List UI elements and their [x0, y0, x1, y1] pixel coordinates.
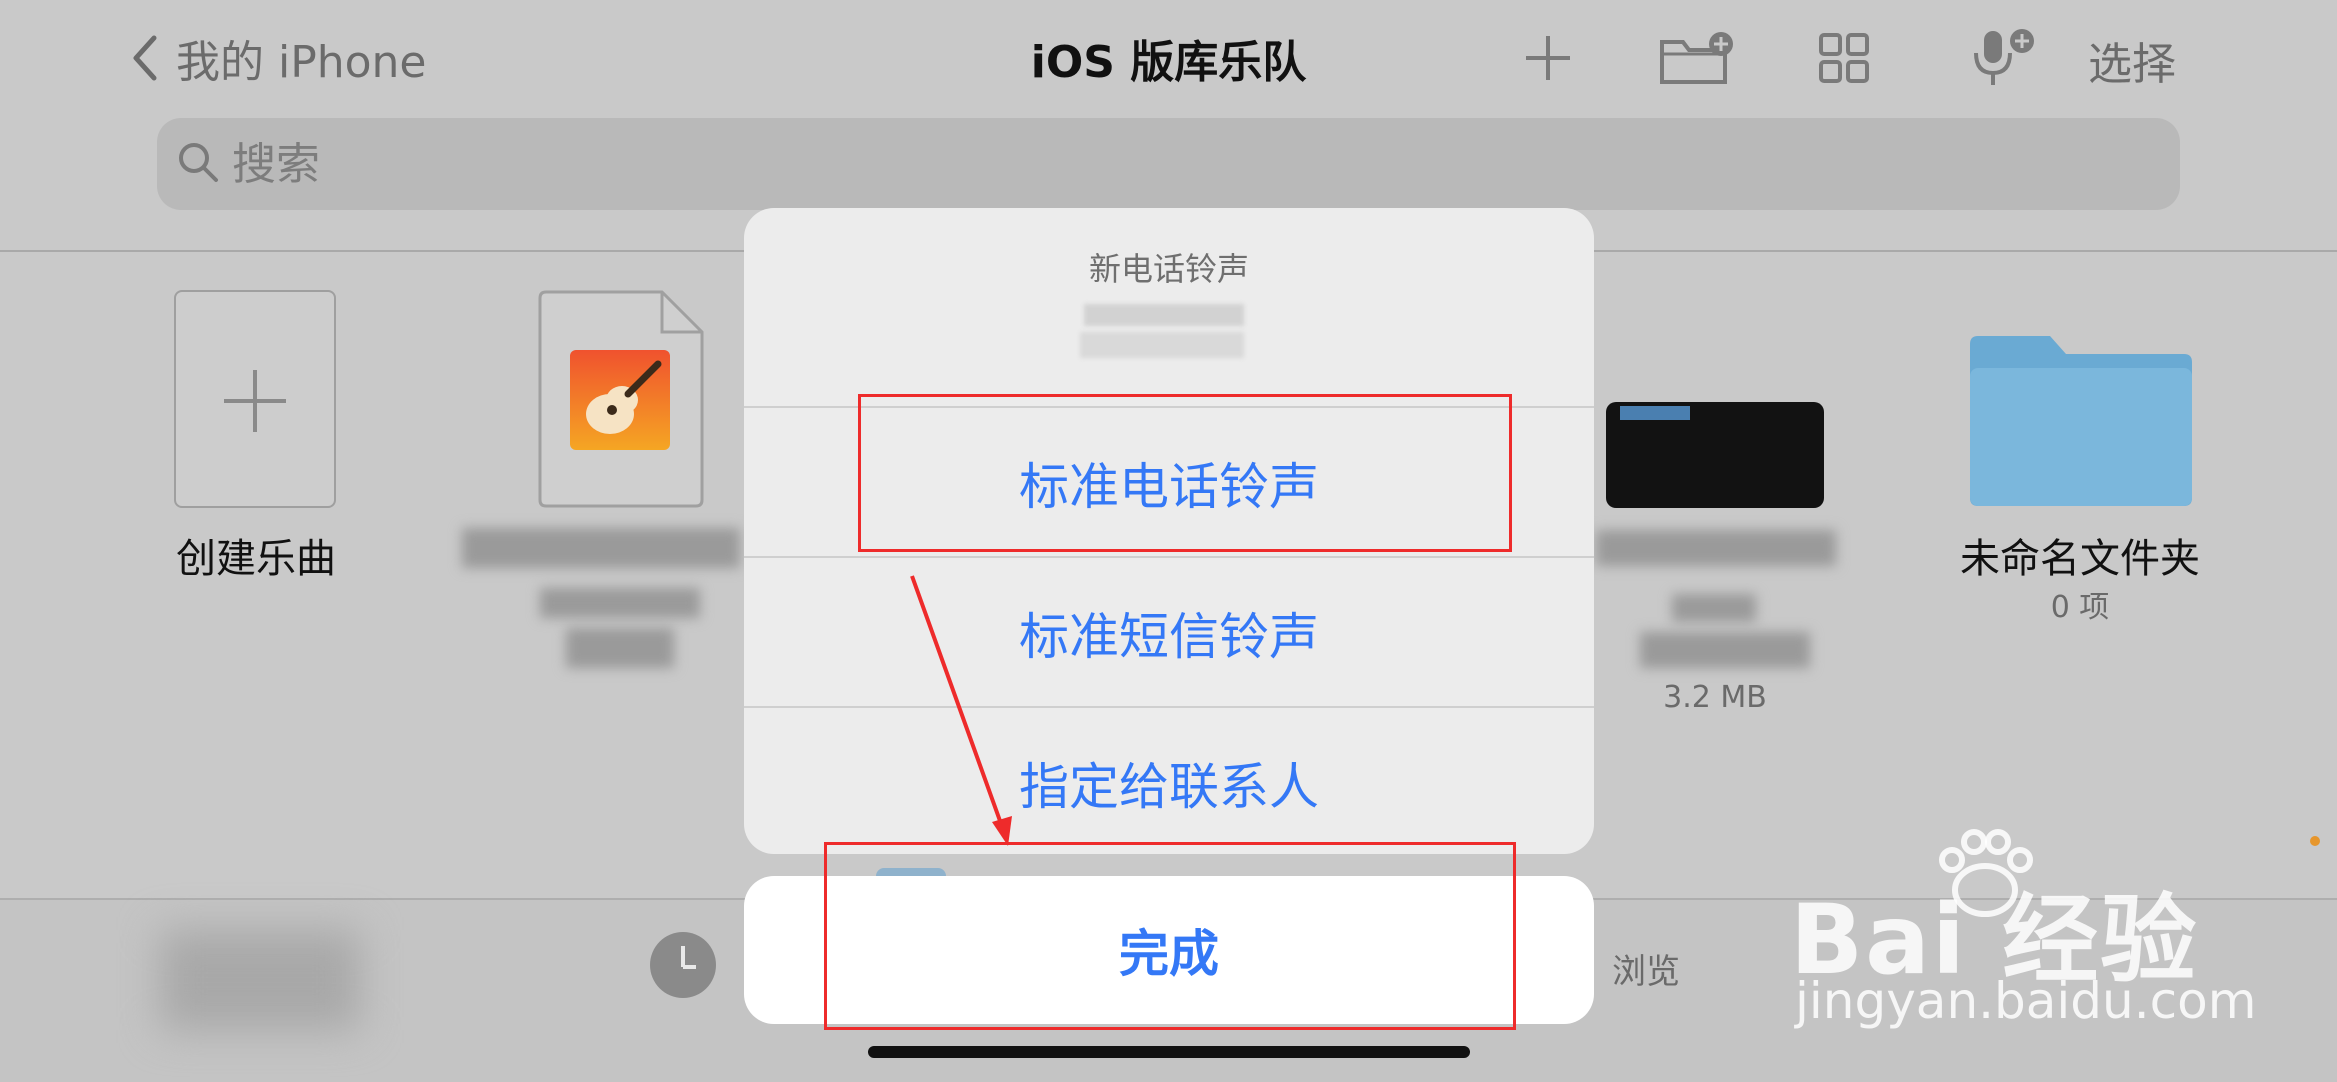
plus-icon[interactable]: [1520, 22, 1576, 94]
new-folder-icon[interactable]: [1658, 22, 1738, 94]
plus-icon: [224, 370, 286, 432]
highlight-box-done: [824, 842, 1516, 1030]
folder-label: 未命名文件夹: [1960, 536, 2200, 582]
folder-item-count: 0 项: [2050, 590, 2110, 625]
redacted-date: [540, 588, 700, 618]
folder-icon[interactable]: [1970, 334, 2192, 508]
redacted-subtitle: [1084, 304, 1244, 326]
create-song-button[interactable]: [174, 290, 336, 508]
clock-icon[interactable]: [650, 932, 716, 998]
search-input[interactable]: [232, 128, 2132, 200]
blurred-region: [160, 930, 360, 1030]
watermark-url: jingyan.baidu.com: [1795, 972, 2257, 1030]
file-size: 3.2 MB: [1663, 680, 1767, 715]
redacted-filename: [462, 528, 740, 568]
redacted-size: [566, 628, 674, 668]
garageband-icon: [570, 350, 670, 450]
redacted-date: [1672, 594, 1756, 622]
grid-view-icon[interactable]: [1816, 22, 1872, 94]
highlight-box-ringtone: [858, 394, 1512, 552]
create-song-label: 创建乐曲: [176, 536, 336, 582]
status-dot: [2310, 836, 2320, 846]
standard-text-tone-option[interactable]: 标准短信铃声: [744, 558, 1594, 708]
home-indicator: [868, 1046, 1470, 1058]
sheet-title: 新电话铃声: [1088, 250, 1249, 288]
thumbnail-waveform: [1620, 406, 1690, 420]
tab-browse[interactable]: 浏览: [1612, 944, 1680, 993]
redacted-subtitle: [1080, 332, 1244, 358]
redacted-time: [1640, 632, 1810, 668]
mic-add-icon[interactable]: [1970, 22, 2040, 94]
select-button[interactable]: 选择: [2088, 28, 2176, 92]
redacted-filename: [1596, 530, 1836, 566]
annotation-arrow-icon: [910, 575, 1012, 846]
assign-to-contact-option[interactable]: 指定给联系人: [744, 708, 1594, 854]
search-icon: [176, 140, 220, 188]
